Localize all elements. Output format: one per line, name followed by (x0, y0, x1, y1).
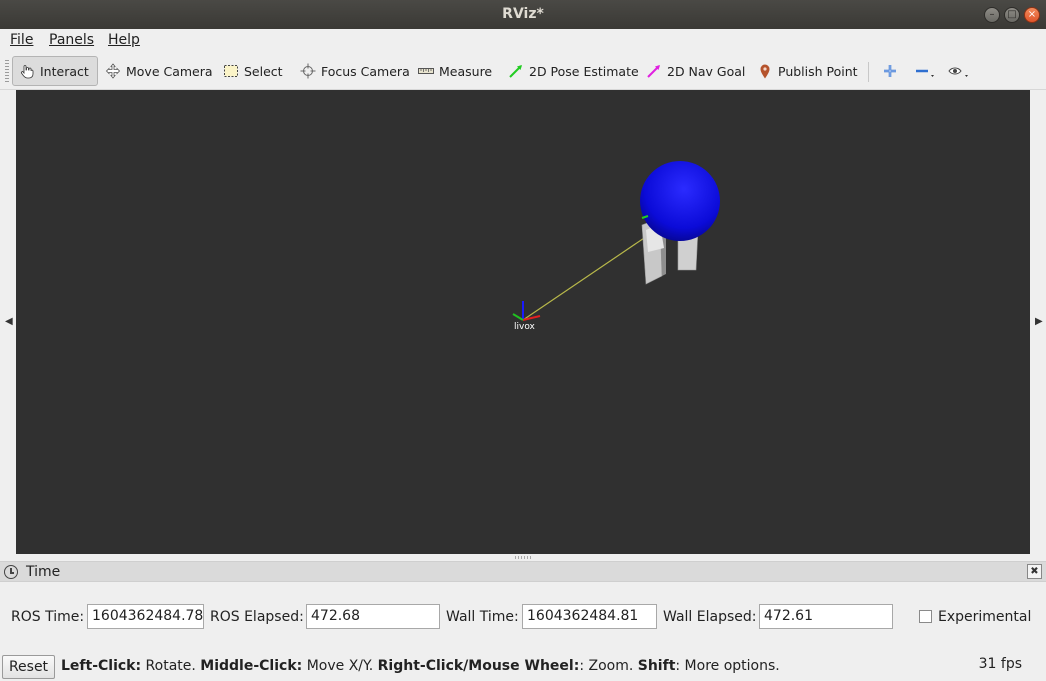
ros-elapsed-field[interactable]: 472.68 (306, 604, 440, 629)
close-button[interactable]: × (1024, 7, 1040, 23)
wall-elapsed-label: Wall Elapsed: (663, 609, 757, 625)
y-axis (512, 313, 524, 321)
tf-link-line (522, 229, 657, 321)
toolbar: Interact Move Camera Select Focus Camera… (0, 52, 1046, 90)
eye-icon (948, 63, 968, 79)
time-panel-body: ROS Time: 1604362484.78 ROS Elapsed: 472… (0, 582, 1046, 652)
robot-sphere (640, 161, 720, 241)
status-bar: Reset Left-Click: Rotate. Middle-Click: … (0, 652, 1046, 681)
plus-icon (882, 63, 898, 79)
measure-tool-label: Measure (439, 63, 493, 79)
publish-point-tool-label: Publish Point (778, 63, 858, 79)
2d-pose-estimate-tool-button[interactable]: 2D Pose Estimate (501, 56, 646, 86)
focus-crosshair-icon (300, 63, 316, 79)
window-title-bar: RViz* – □ × (0, 0, 1046, 29)
select-tool-button[interactable]: Select (216, 56, 290, 86)
ruler-icon (418, 63, 434, 79)
2d-nav-goal-tool-label: 2D Nav Goal (667, 63, 746, 79)
maximize-button[interactable]: □ (1004, 7, 1020, 23)
tool-properties-button[interactable] (942, 56, 970, 86)
green-arrow-icon (508, 63, 524, 79)
wall-time-field[interactable]: 1604362484.81 (522, 604, 657, 629)
minus-icon (914, 63, 934, 79)
minimize-button[interactable]: – (984, 7, 1000, 23)
add-tool-button[interactable] (876, 56, 904, 86)
focus-camera-tool-button[interactable]: Focus Camera (293, 56, 417, 86)
2d-pose-estimate-tool-label: 2D Pose Estimate (529, 63, 639, 79)
help-hint-text: Left-Click: Rotate. Middle-Click: Move X… (61, 658, 780, 674)
time-panel-title: Time (26, 564, 61, 580)
measure-tool-button[interactable]: Measure (411, 56, 499, 86)
ros-elapsed-label: ROS Elapsed: (210, 609, 304, 625)
move-camera-tool-button[interactable]: Move Camera (98, 56, 220, 86)
robot-model[interactable] (640, 161, 720, 285)
map-pin-icon (757, 63, 773, 79)
publish-point-tool-button[interactable]: Publish Point (750, 56, 865, 86)
menu-panels[interactable]: Panels (49, 32, 94, 48)
experimental-checkbox[interactable] (919, 610, 932, 623)
toolbar-grip[interactable] (5, 60, 9, 82)
toolbar-separator (868, 62, 869, 82)
focus-camera-tool-label: Focus Camera (321, 63, 410, 79)
panel-splitter[interactable] (0, 554, 1046, 561)
panel-close-button[interactable]: ✖ (1027, 564, 1042, 579)
3d-render-view[interactable]: livox (16, 90, 1030, 554)
wall-elapsed-field[interactable]: 472.61 (759, 604, 893, 629)
clock-icon (4, 565, 18, 579)
menubar: File Panels Help (0, 29, 1046, 52)
magenta-arrow-icon (646, 63, 662, 79)
left-dock-arrow-icon[interactable]: ◀ (5, 316, 13, 327)
select-tool-label: Select (244, 63, 283, 79)
ros-time-field[interactable]: 1604362484.78 (87, 604, 204, 629)
experimental-label: Experimental (938, 609, 1032, 625)
hand-pointer-icon (19, 63, 35, 79)
livox-frame-label: livox (514, 322, 535, 332)
menu-file[interactable]: File (10, 32, 33, 48)
remove-tool-button[interactable] (908, 56, 936, 86)
right-dock-arrow-icon[interactable]: ▶ (1035, 316, 1043, 327)
wall-time-label: Wall Time: (446, 609, 519, 625)
window-title: RViz* (502, 6, 544, 22)
2d-nav-goal-tool-button[interactable]: 2D Nav Goal (639, 56, 752, 86)
move-camera-icon (105, 63, 121, 79)
interact-tool-button[interactable]: Interact (12, 56, 98, 86)
fps-counter: 31 fps (978, 656, 1022, 672)
time-panel-header: Time ✖ (0, 561, 1046, 582)
ros-time-label: ROS Time: (11, 609, 85, 625)
menu-help[interactable]: Help (108, 32, 140, 48)
select-rectangle-icon (223, 63, 239, 79)
move-camera-tool-label: Move Camera (126, 63, 213, 79)
interact-tool-label: Interact (40, 63, 89, 79)
reset-button[interactable]: Reset (2, 655, 55, 679)
